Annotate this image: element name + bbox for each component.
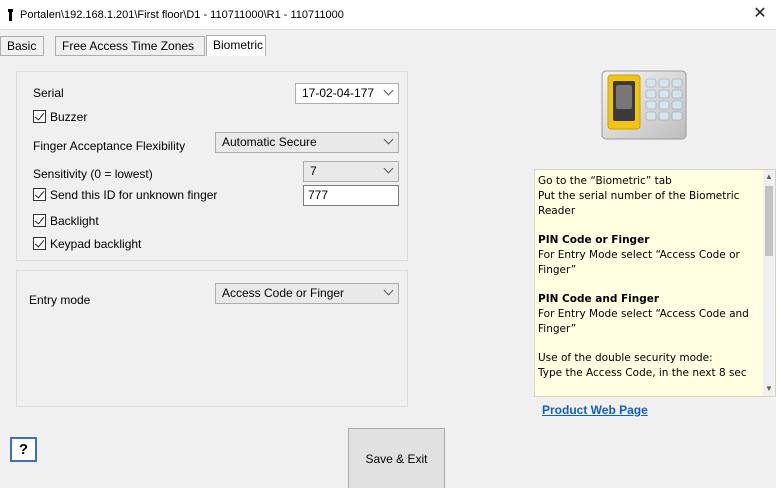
instructions-scrollbar[interactable]: ▲ ▼: [763, 170, 775, 396]
help-line-2: Put the serial number of the Biometric R…: [538, 190, 740, 217]
title-bar: Portalen\192.168.1.201\First floor\D1 - …: [0, 0, 776, 30]
backlight-checkbox[interactable]: Backlight: [33, 214, 99, 228]
backlight-label: Backlight: [50, 214, 99, 228]
serial-select[interactable]: 17-02-04-177: [295, 83, 399, 104]
buzzer-checkbox[interactable]: Buzzer: [33, 110, 87, 124]
flexibility-value: Automatic Secure: [222, 135, 317, 149]
tab-biometric[interactable]: Biometric: [206, 35, 266, 57]
entry-mode-group: Entry mode Access Code or Finger: [16, 270, 408, 407]
flexibility-label: Finger Acceptance Flexibility: [33, 139, 186, 153]
help-pin-or-heading: PIN Code or Finger: [538, 234, 650, 246]
close-button[interactable]: ✕: [750, 4, 770, 24]
checkbox-checked-icon: [33, 237, 46, 250]
buzzer-label: Buzzer: [50, 110, 88, 124]
chevron-down-icon: [383, 163, 394, 174]
app-icon: [8, 9, 13, 21]
tab-basic[interactable]: Basic: [0, 36, 44, 56]
instructions-panel[interactable]: Go to the “Biometric” tab Put the serial…: [534, 169, 776, 397]
keypad-backlight-checkbox[interactable]: Keypad backlight: [33, 237, 141, 251]
scroll-up-arrow-icon[interactable]: ▲: [763, 170, 775, 184]
scrollbar-thumb[interactable]: [765, 186, 773, 256]
instructions-text: Go to the “Biometric” tab Put the serial…: [538, 174, 758, 381]
help-double-text: Type the Access Code, in the next 8 sec: [538, 367, 747, 379]
sensitivity-label: Sensitivity (0 = lowest): [33, 167, 153, 181]
checkbox-checked-icon: [33, 214, 46, 227]
scroll-down-arrow-icon[interactable]: ▼: [763, 382, 775, 396]
chevron-down-icon: [383, 85, 394, 96]
help-pin-and-text: For Entry Mode select “Access Code and F…: [538, 308, 749, 335]
tab-free-access-time-zones[interactable]: Free Access Time Zones: [55, 36, 205, 56]
product-web-page-link[interactable]: Product Web Page: [542, 403, 648, 417]
entry-mode-value: Access Code or Finger: [222, 286, 345, 300]
help-double-heading: Use of the double security mode:: [538, 352, 713, 364]
unknown-finger-id-input[interactable]: 777: [303, 185, 399, 206]
biometric-settings-group: Serial 17-02-04-177 Buzzer Finger Accept…: [16, 71, 408, 261]
checkbox-checked-icon: [33, 110, 46, 123]
help-pin-and-heading: PIN Code and Finger: [538, 293, 660, 305]
biometric-tab-page: Serial 17-02-04-177 Buzzer Finger Accept…: [0, 56, 776, 488]
chevron-down-icon: [383, 285, 394, 296]
unknown-finger-label: Send this ID for unknown finger: [50, 188, 218, 202]
sensitivity-select[interactable]: 7: [303, 161, 399, 182]
sensitivity-value: 7: [310, 164, 317, 178]
help-pin-or-text: For Entry Mode select “Access Code or Fi…: [538, 249, 740, 276]
entry-mode-select[interactable]: Access Code or Finger: [215, 283, 399, 304]
unknown-finger-checkbox[interactable]: Send this ID for unknown finger: [33, 188, 217, 202]
serial-value: 17-02-04-177: [302, 86, 375, 100]
entry-mode-label: Entry mode: [29, 293, 91, 307]
save-exit-button[interactable]: Save & Exit: [348, 428, 445, 488]
flexibility-select[interactable]: Automatic Secure: [215, 132, 399, 153]
help-line-1: Go to the “Biometric” tab: [538, 175, 672, 187]
biometric-reader-device-image: [601, 70, 687, 140]
checkbox-checked-icon: [33, 188, 46, 201]
help-button[interactable]: ?: [10, 437, 37, 462]
window-title: Portalen\192.168.1.201\First floor\D1 - …: [20, 9, 344, 21]
serial-label: Serial: [33, 86, 64, 100]
chevron-down-icon: [383, 134, 394, 145]
keypad-backlight-label: Keypad backlight: [50, 237, 142, 251]
